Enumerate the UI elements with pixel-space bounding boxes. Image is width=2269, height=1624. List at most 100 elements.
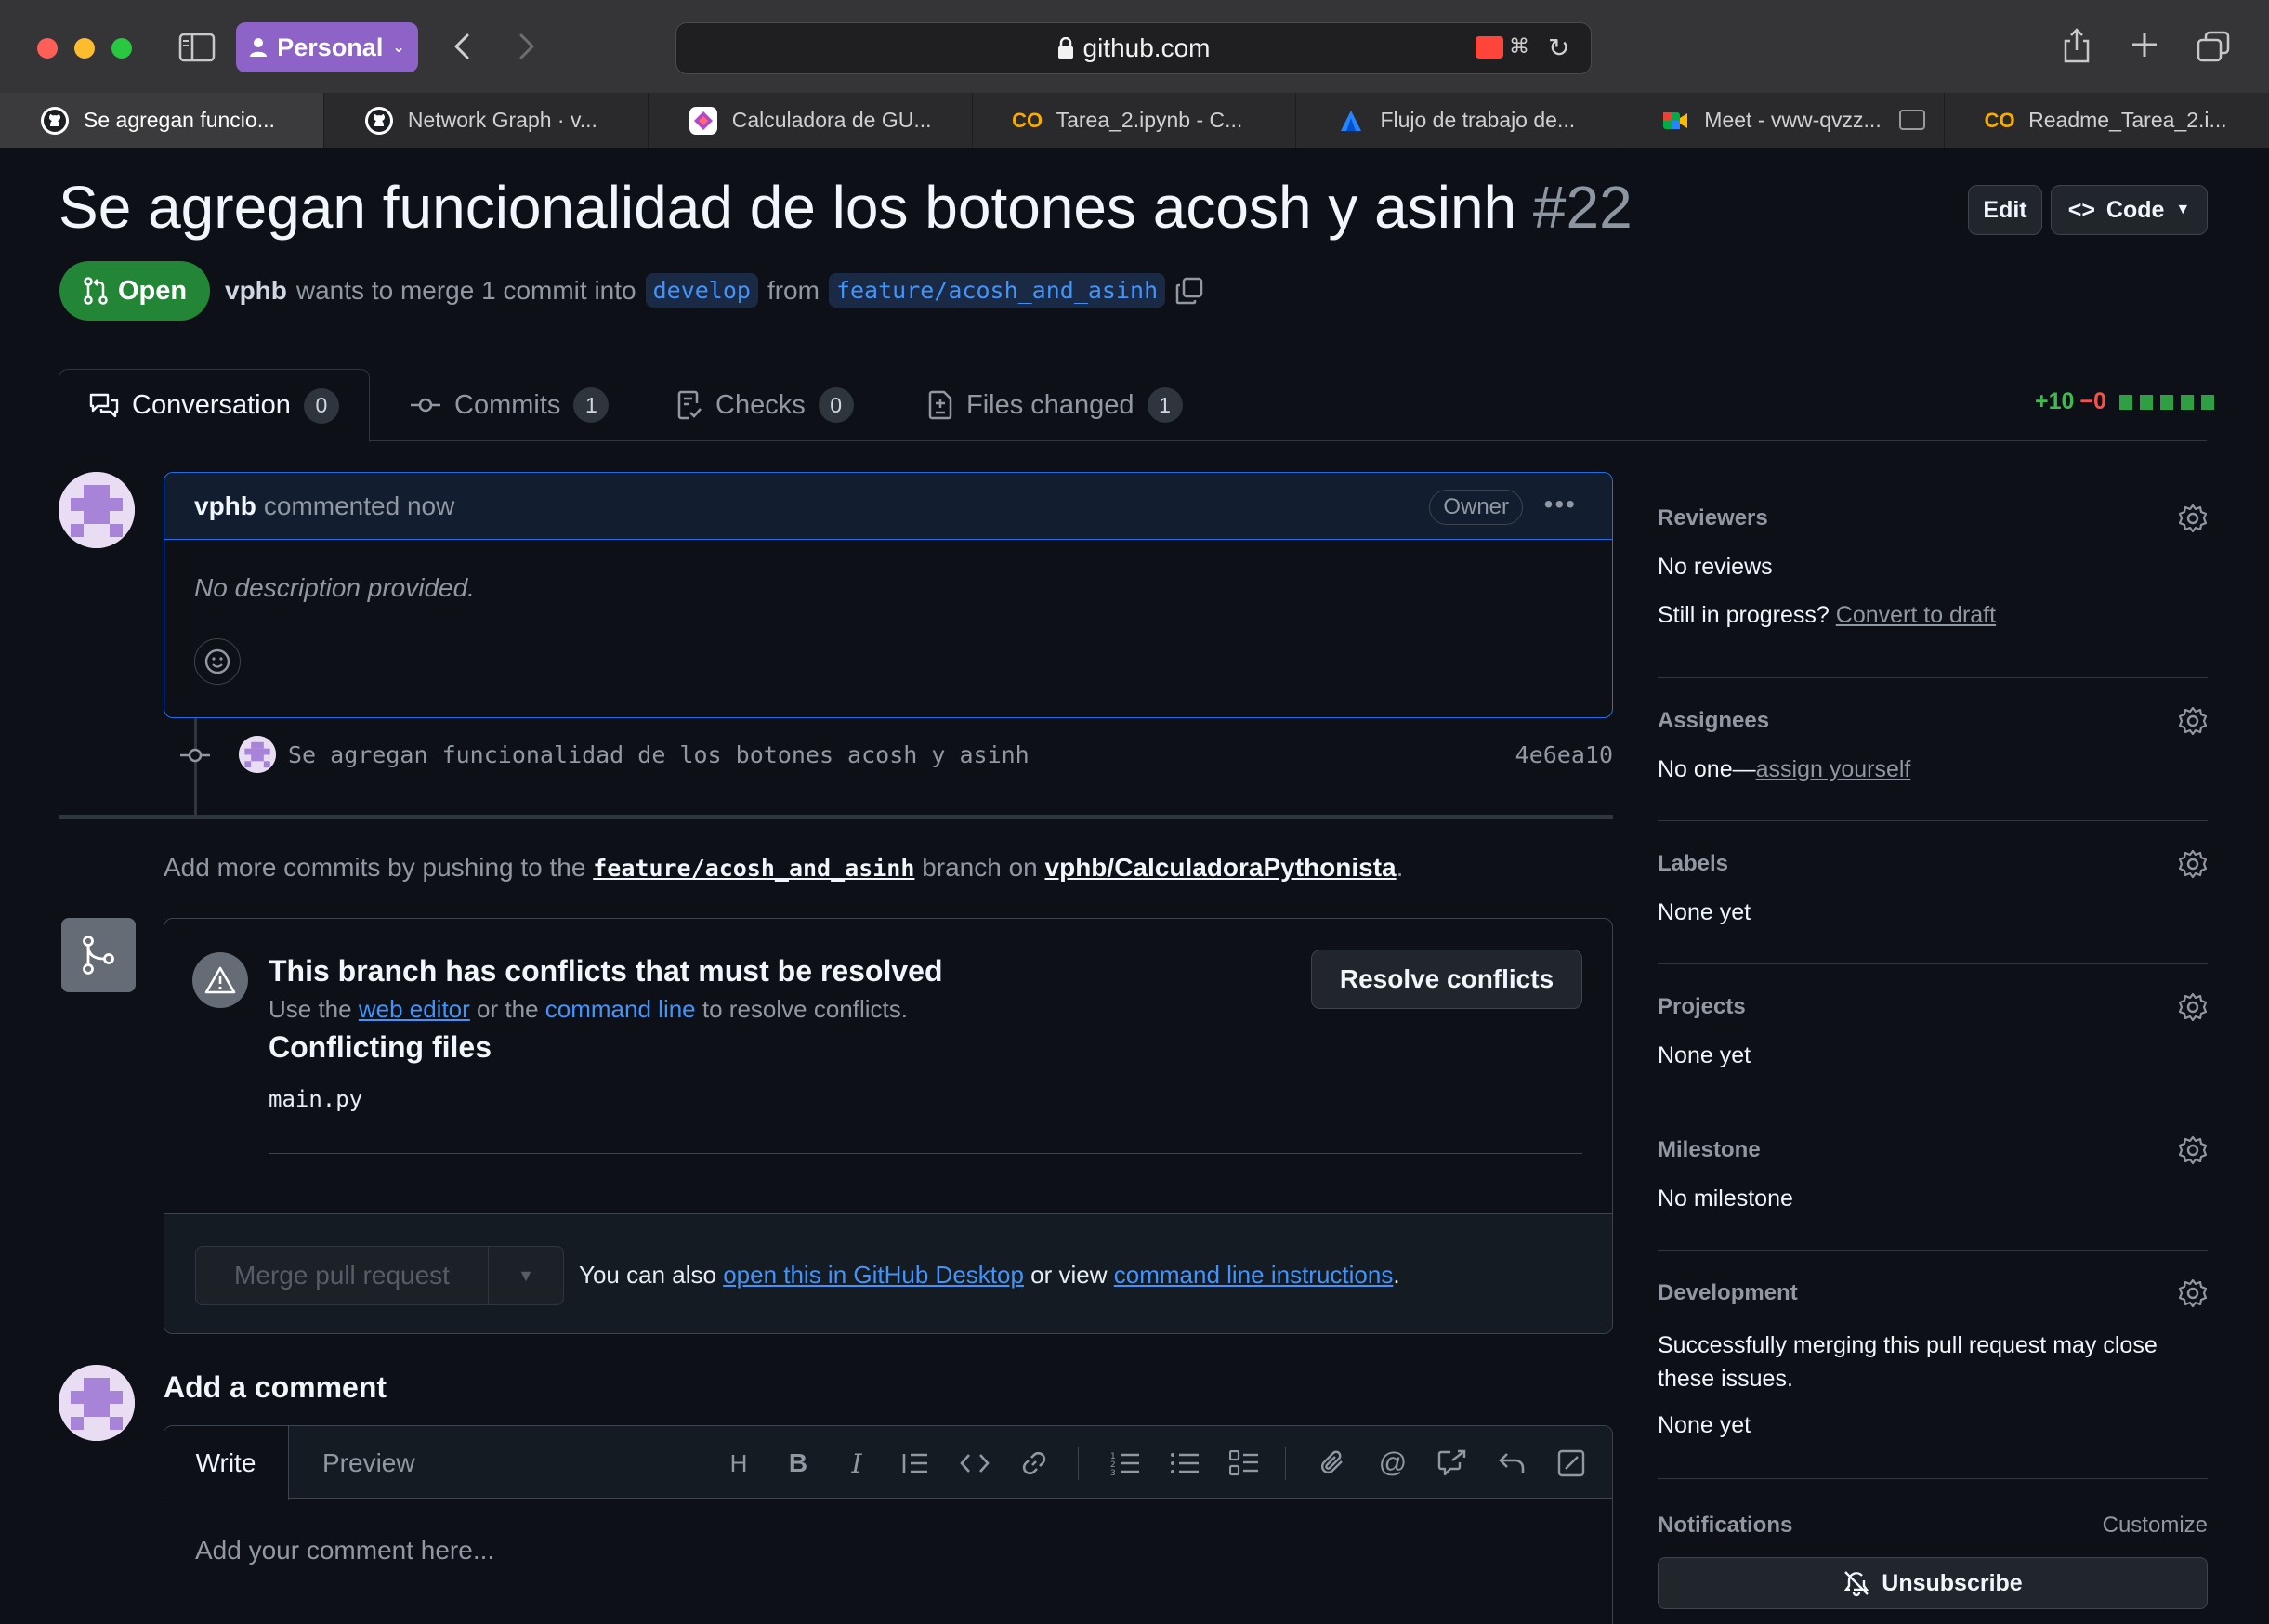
assignees-heading[interactable]: Assignees <box>1658 708 1769 734</box>
back-icon[interactable] <box>448 28 476 65</box>
kebab-horizontal-icon[interactable]: ••• <box>1544 490 1577 519</box>
mention-icon[interactable]: @ <box>1376 1447 1410 1480</box>
merge-pull-request-button[interactable]: Merge pull request <box>196 1247 489 1304</box>
gear-icon[interactable] <box>2178 1278 2208 1308</box>
tab-preview[interactable]: Preview <box>322 1426 415 1500</box>
merge-dropdown-caret-icon[interactable]: ▼ <box>489 1247 563 1304</box>
base-branch[interactable]: develop <box>645 273 758 308</box>
projects-heading[interactable]: Projects <box>1658 994 1746 1020</box>
smiley-icon[interactable] <box>194 638 241 685</box>
push-branch-link[interactable]: feature/acosh_and_asinh <box>593 855 914 882</box>
resolve-conflicts-button[interactable]: Resolve conflicts <box>1311 950 1582 1009</box>
command-line-link[interactable]: command line <box>545 995 696 1023</box>
pr-number: #22 <box>1532 174 1633 241</box>
sidebar-toggle-icon[interactable] <box>178 32 216 63</box>
minimize-window-button[interactable] <box>74 38 95 59</box>
tasklist-icon[interactable] <box>1227 1447 1261 1480</box>
convert-to-draft-link[interactable]: Convert to draft <box>1836 602 1996 628</box>
toolbar-separator <box>1285 1447 1286 1480</box>
pr-author-link[interactable]: vphb <box>225 276 287 306</box>
unordered-list-icon[interactable] <box>1168 1447 1201 1480</box>
reply-icon[interactable] <box>1495 1447 1528 1480</box>
avatar[interactable] <box>59 472 135 548</box>
translate-icon[interactable]: ⌘ <box>1509 34 1541 62</box>
head-branch[interactable]: feature/acosh_and_asinh <box>828 273 1166 308</box>
repo-link[interactable]: vphb/CalculadoraPythonista <box>1045 853 1397 882</box>
copy-icon[interactable] <box>1174 276 1204 306</box>
browser-tab[interactable]: CO Readme_Tarea_2.i... <box>1945 93 2269 148</box>
address-bar[interactable]: github.com ⌘ ↻ <box>675 22 1592 74</box>
paperclip-icon[interactable] <box>1317 1447 1350 1480</box>
browser-tab[interactable]: Network Graph · v... <box>323 93 649 148</box>
labels-heading[interactable]: Labels <box>1658 851 1728 877</box>
zoom-window-button[interactable] <box>111 38 132 59</box>
reload-icon[interactable]: ↻ <box>1548 33 1576 64</box>
gear-icon[interactable] <box>2178 706 2208 736</box>
merge-period: . <box>1393 1261 1400 1289</box>
merge-footer: Merge pull request ▼ You can also open t… <box>164 1213 1612 1333</box>
milestone-heading[interactable]: Milestone <box>1658 1137 1761 1163</box>
development-description: Successfully merging this pull request m… <box>1658 1332 2158 1392</box>
customize-link[interactable]: Customize <box>2103 1513 2208 1539</box>
bold-icon[interactable]: B <box>781 1447 815 1480</box>
tab-files-changed[interactable]: Files changed 1 <box>927 369 1183 441</box>
gear-icon[interactable] <box>2178 504 2208 533</box>
browser-tab[interactable]: Flujo de trabajo de... <box>1296 93 1621 148</box>
cross-reference-icon[interactable] <box>1436 1447 1469 1480</box>
github-desktop-link[interactable]: open this in GitHub Desktop <box>723 1261 1024 1289</box>
avatar[interactable] <box>59 1365 135 1441</box>
milestone-value: No milestone <box>1658 1185 1793 1211</box>
conflict-title: This branch has conflicts that must be r… <box>269 954 943 988</box>
heading-icon[interactable]: H <box>722 1447 755 1480</box>
commit-sha-link[interactable]: 4e6ea10 <box>1515 741 1613 768</box>
italic-icon[interactable]: I <box>840 1447 873 1480</box>
tab-write[interactable]: Write <box>164 1426 289 1500</box>
merge-button-group: Merge pull request ▼ <box>195 1246 564 1305</box>
fullscreen-icon[interactable] <box>1554 1447 1588 1480</box>
tab-conversation[interactable]: Conversation 0 <box>59 369 370 442</box>
gear-icon[interactable] <box>2178 1135 2208 1165</box>
gear-icon[interactable] <box>2178 849 2208 879</box>
tab-commits-count: 1 <box>573 387 610 423</box>
diff-stat: +10 −0 <box>2035 388 2214 415</box>
caret-down-icon: ▼ <box>2175 202 2191 217</box>
new-tab-icon[interactable] <box>2130 30 2159 59</box>
link-icon[interactable] <box>1017 1447 1051 1480</box>
close-window-button[interactable] <box>37 38 58 59</box>
profile-switcher-button[interactable]: Personal ⌄ <box>236 22 418 72</box>
code-icon[interactable] <box>958 1447 991 1480</box>
edit-button[interactable]: Edit <box>1968 185 2042 235</box>
pip-icon[interactable] <box>1476 36 1503 59</box>
browser-tab-title: Calculadora de GU... <box>731 108 932 132</box>
browser-tab[interactable]: Meet - vww-qvzz... <box>1620 93 1946 148</box>
comment-textarea[interactable]: Add your comment here... <box>195 1536 494 1565</box>
development-heading[interactable]: Development <box>1658 1280 1798 1306</box>
push-message: Add more commits by pushing to the featu… <box>164 853 1403 883</box>
ordered-list-icon[interactable]: 123 <box>1108 1447 1142 1480</box>
cli-instructions-link[interactable]: command line instructions <box>1114 1261 1394 1289</box>
web-editor-link[interactable]: web editor <box>359 995 470 1023</box>
gear-icon[interactable] <box>2178 992 2208 1022</box>
tab-overview-icon[interactable] <box>2197 30 2230 63</box>
forward-icon[interactable] <box>513 28 541 65</box>
tab-commits[interactable]: Commits 1 <box>410 369 610 441</box>
assign-yourself-link[interactable]: assign yourself <box>1756 756 1911 782</box>
github-icon <box>364 106 393 135</box>
reviewers-heading[interactable]: Reviewers <box>1658 505 1768 531</box>
projects-section: Projects None yet <box>1658 964 2208 1107</box>
commit-message-link[interactable]: Se agregan funcionalidad de los botones … <box>288 741 1030 768</box>
code-button[interactable]: <> Code ▼ <box>2051 185 2208 235</box>
browser-tab[interactable]: CO Tarea_2.ipynb - C... <box>972 93 1297 148</box>
github-icon <box>41 106 69 135</box>
tab-checks-count: 0 <box>818 387 854 423</box>
browser-tab[interactable]: Se agregan funcio... <box>0 93 324 148</box>
comment-author[interactable]: vphb <box>194 491 256 521</box>
avatar[interactable] <box>239 736 276 773</box>
unsubscribe-button[interactable]: Unsubscribe <box>1658 1557 2208 1609</box>
share-icon[interactable] <box>2061 26 2092 65</box>
profile-label: Personal <box>277 33 384 61</box>
browser-tab[interactable]: Calculadora de GU... <box>648 93 973 148</box>
diff-deletions: −0 <box>2079 388 2106 414</box>
quote-icon[interactable] <box>898 1447 932 1480</box>
tab-checks[interactable]: Checks 0 <box>676 369 854 441</box>
